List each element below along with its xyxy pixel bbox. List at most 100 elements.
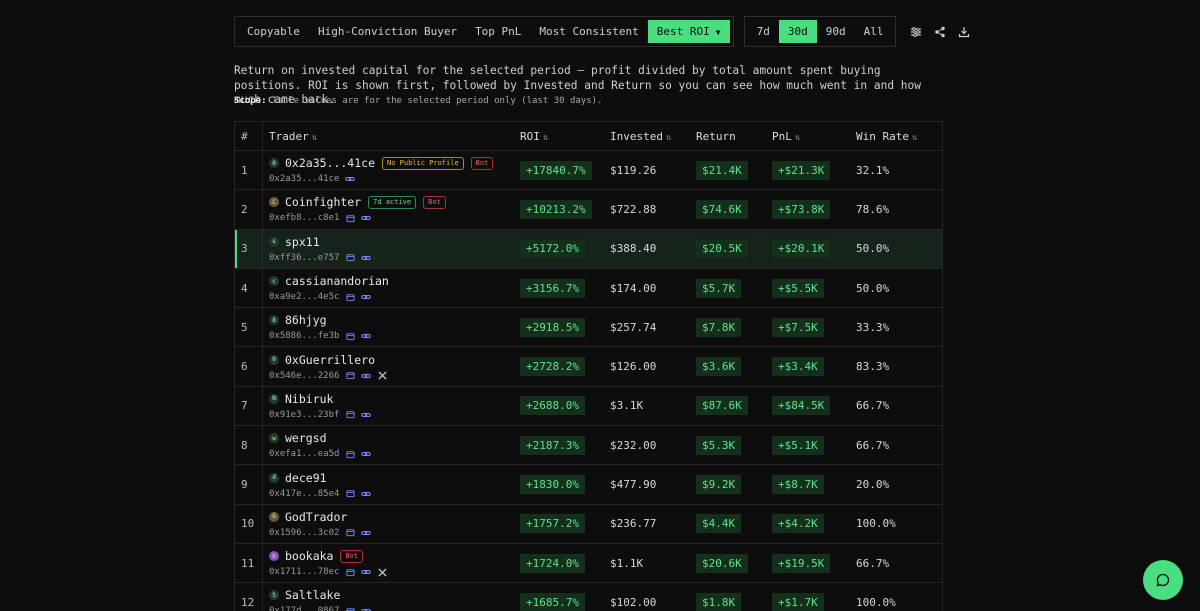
trader-cell[interactable]: 8 86hjyg 0x5886...fe3b [263, 313, 520, 342]
tab-high-conviction-buyer[interactable]: High-Conviction Buyer [309, 20, 466, 43]
wallet-address[interactable]: 0xefb8...c8e1 [269, 213, 339, 223]
avatar: b [269, 551, 279, 562]
wallet-icon[interactable] [345, 253, 355, 263]
table-row[interactable]: 8 w wergsd 0xefa1...ea5d +2187.3% $232.00 $5.3… [235, 426, 942, 466]
trader-name[interactable]: cassianandorian [285, 274, 389, 288]
wallet-address[interactable]: 0x417e...85e4 [269, 489, 339, 499]
trader-name[interactable]: dece91 [285, 471, 327, 485]
trader-name[interactable]: Coinfighter [285, 195, 361, 209]
period-90d[interactable]: 90d [817, 20, 855, 43]
table-row[interactable]: 5 8 86hjyg 0x5886...fe3b +2918.5% $257.74 $7.8… [235, 308, 942, 348]
trader-name[interactable]: Nibiruk [285, 392, 333, 406]
tab-most-consistent[interactable]: Most Consistent [530, 20, 647, 43]
tab-copyable[interactable]: Copyable [238, 20, 309, 43]
wallet-address[interactable]: 0x91e3...23bf [269, 410, 339, 420]
col-header-pnl[interactable]: PnL ⇅ [772, 130, 856, 143]
trader-name[interactable]: 0xGuerrillero [285, 353, 375, 367]
download-icon[interactable] [956, 24, 972, 40]
trader-cell[interactable]: s spx11 0xff36...e757 [263, 234, 520, 263]
table-row[interactable]: 1 0 0x2a35...41ce No Public Profile Bot 0x2a3… [235, 151, 942, 191]
trader-name[interactable]: Saltlake [285, 588, 340, 602]
wallet-address[interactable]: 0x546e...2266 [269, 371, 339, 381]
wallet-address[interactable]: 0xff36...e757 [269, 253, 339, 263]
wallet-address[interactable]: 0x1596...3c02 [269, 528, 339, 538]
period-7d[interactable]: 7d [748, 20, 779, 43]
trader-cell[interactable]: 0 0x2a35...41ce No Public Profile Bot 0x2a35… [263, 156, 520, 185]
link-icon[interactable] [361, 528, 372, 538]
trader-name[interactable]: spx11 [285, 235, 320, 249]
x-social-icon[interactable] [377, 567, 387, 577]
link-icon[interactable] [361, 371, 372, 381]
wallet-icon[interactable] [345, 449, 355, 459]
wallet-icon[interactable] [345, 567, 355, 577]
tab-top-pnl[interactable]: Top PnL [466, 20, 530, 43]
period-30d[interactable]: 30d [778, 20, 817, 43]
col-header-roi[interactable]: ROI ⇅ [520, 130, 610, 143]
link-icon[interactable] [361, 449, 372, 459]
wallet-address[interactable]: 0x1711...78ec [269, 567, 339, 577]
wallet-address[interactable]: 0xa9e2...4e5c [269, 292, 339, 302]
avatar: G [269, 511, 279, 522]
wallet-icon[interactable] [345, 489, 355, 499]
table-row[interactable]: 11 b bookaka Bot 0x1711...78ec +1724.0% $1.1K $… [235, 543, 942, 584]
return-value: $4.4K [696, 514, 742, 534]
trader-name[interactable]: 86hjyg [285, 313, 327, 327]
pnl-value: +$73.8K [772, 199, 831, 219]
trader-cell[interactable]: C Coinfighter 7d active Bot 0xefb8...c8e1 [263, 195, 520, 224]
table-row[interactable]: 10 G GodTrador 0x1596...3c02 +1757.2% $236.77… [235, 504, 942, 544]
tab-best-roi[interactable]: Best ROI ▼ [647, 20, 730, 43]
wallet-icon[interactable] [345, 292, 355, 302]
period-all[interactable]: All [855, 20, 893, 43]
wallet-address[interactable]: 0x2a35...41ce [269, 174, 339, 184]
wallet-icon[interactable] [345, 410, 355, 420]
col-header-invested[interactable]: Invested ⇅ [610, 130, 696, 143]
wallet-icon[interactable] [345, 331, 355, 341]
invested-value: $126.00 [610, 360, 657, 374]
table-row[interactable]: 9 d dece91 0x417e...85e4 +1830.0% $477.90 $9.2… [235, 465, 942, 505]
link-icon[interactable] [361, 489, 372, 499]
chat-button[interactable] [1143, 560, 1183, 600]
wallet-icon[interactable] [345, 606, 355, 611]
x-social-icon[interactable] [377, 371, 387, 381]
avatar: s [269, 236, 279, 247]
table-row[interactable]: 6 0 0xGuerrillero 0x546e...2266 +2728.2% $126… [235, 347, 942, 387]
trader-cell[interactable]: w wergsd 0xefa1...ea5d [263, 431, 520, 460]
pnl-cell: +$5.5K [772, 278, 856, 298]
link-icon[interactable] [361, 253, 372, 263]
table-row[interactable]: 3 s spx11 0xff36...e757 +5172.0% $388.40 $20.5… [235, 229, 942, 269]
table-row[interactable]: 4 c cassianandorian 0xa9e2...4e5c +3156.7% $1… [235, 268, 942, 309]
trader-name[interactable]: 0x2a35...41ce [285, 156, 375, 170]
wallet-address[interactable]: 0x177d...0867 [269, 606, 339, 611]
wallet-icon[interactable] [345, 528, 355, 538]
trader-cell[interactable]: N Nibiruk 0x91e3...23bf [263, 391, 520, 420]
link-icon[interactable] [361, 213, 372, 223]
trader-cell[interactable]: G GodTrador 0x1596...3c02 [263, 509, 520, 538]
scope-note: Scope: Table values are for the selected… [234, 96, 602, 106]
trader-name[interactable]: bookaka [285, 549, 333, 563]
col-header-trader[interactable]: Trader ⇅ [263, 130, 520, 143]
table-row[interactable]: 2 C Coinfighter 7d active Bot 0xefb8...c8e1 +1… [235, 190, 942, 230]
table-row[interactable]: 12 S Saltlake 0x177d...0867 +1685.7% $102.00 $… [235, 583, 942, 611]
table-row[interactable]: 7 N Nibiruk 0x91e3...23bf +2688.0% $3.1K $87.6… [235, 386, 942, 427]
link-icon[interactable] [361, 567, 372, 577]
roi-cell: +1724.0% [520, 553, 610, 573]
trader-name[interactable]: wergsd [285, 431, 327, 445]
link-icon[interactable] [361, 606, 372, 611]
trader-cell[interactable]: d dece91 0x417e...85e4 [263, 470, 520, 499]
trader-cell[interactable]: S Saltlake 0x177d...0867 [263, 588, 520, 611]
trader-name[interactable]: GodTrador [285, 510, 347, 524]
wallet-icon[interactable] [345, 213, 355, 223]
col-header-winrate[interactable]: Win Rate ⇅ [856, 130, 936, 143]
filter-icon[interactable] [908, 24, 924, 40]
link-icon[interactable] [361, 410, 372, 420]
trader-cell[interactable]: b bookaka Bot 0x1711...78ec [263, 549, 520, 578]
trader-cell[interactable]: 0 0xGuerrillero 0x546e...2266 [263, 352, 520, 381]
wallet-address[interactable]: 0xefa1...ea5d [269, 449, 339, 459]
wallet-icon[interactable] [345, 371, 355, 381]
link-icon[interactable] [361, 331, 372, 341]
link-icon[interactable] [361, 292, 372, 302]
trader-cell[interactable]: c cassianandorian 0xa9e2...4e5c [263, 274, 520, 303]
wallet-address[interactable]: 0x5886...fe3b [269, 331, 339, 341]
share-icon[interactable] [932, 24, 948, 40]
link-icon[interactable] [345, 174, 356, 184]
